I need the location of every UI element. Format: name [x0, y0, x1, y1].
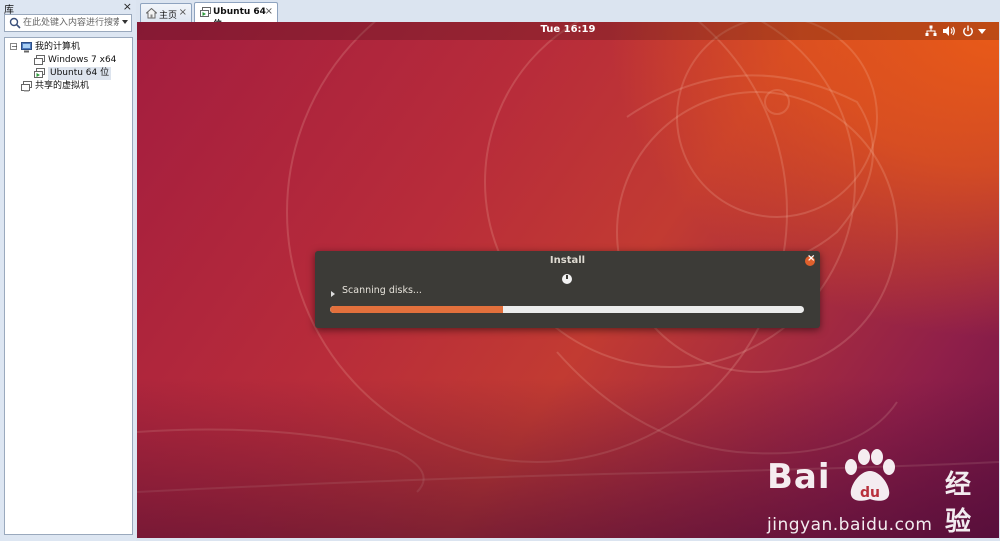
vm-icon: [34, 55, 45, 65]
progress-fill: [330, 306, 503, 313]
vm-running-icon: [34, 68, 45, 78]
library-search-input[interactable]: [23, 16, 119, 30]
tree-label-vm: Ubuntu 64 位: [48, 67, 112, 80]
watermark-brand-cn: 经验: [945, 470, 972, 537]
spinner-icon: [562, 274, 572, 284]
tab-vm[interactable]: Ubuntu 64 位 ×: [194, 2, 278, 30]
paw-icon: du: [845, 449, 895, 501]
watermark-brand: Bai: [767, 457, 831, 497]
home-icon: [146, 8, 157, 19]
tab-home[interactable]: 主页 ×: [140, 3, 192, 22]
tree-label-vm: Windows 7 x64: [48, 55, 117, 65]
install-progress-bar: [330, 306, 804, 313]
library-close-button[interactable]: ×: [123, 0, 132, 13]
chevron-down-icon[interactable]: [978, 29, 986, 41]
dialog-close-button[interactable]: [805, 253, 815, 266]
guest-screen[interactable]: Tue 16:19 Install × Scanning disks... Ba…: [137, 22, 999, 538]
clock[interactable]: Tue 16:19: [137, 24, 999, 35]
dialog-title: Install: [549, 255, 586, 266]
vm-tree: − 我的计算机 Windows 7 x64 Ubuntu 64 位 共享的虚拟机: [4, 37, 133, 535]
svg-text:du: du: [860, 485, 880, 501]
tree-expander[interactable]: −: [10, 43, 18, 51]
expander-arrow-icon[interactable]: [331, 291, 335, 297]
tab-bar: 主页 × Ubuntu 64 位 ×: [137, 0, 1000, 30]
volume-icon[interactable]: [943, 25, 956, 37]
computer-icon: [21, 42, 32, 53]
install-dialog: Install Scanning disks...: [315, 251, 820, 328]
install-status: Scanning disks...: [342, 285, 422, 296]
tab-vm-close-button[interactable]: ×: [265, 6, 273, 17]
power-icon[interactable]: [962, 25, 974, 37]
gnome-top-bar: Tue 16:19: [137, 22, 999, 40]
library-panel: 库 × − 我的计算机 Windows 7 x64: [0, 0, 136, 541]
tab-home-close-button[interactable]: ×: [179, 7, 187, 18]
tab-home-label: 主页: [159, 11, 178, 21]
search-icon: [9, 17, 21, 29]
chevron-down-icon[interactable]: [122, 20, 128, 24]
library-header: 库 ×: [0, 0, 136, 16]
tree-label-my-computer: 我的计算机: [35, 42, 81, 52]
tree-label-shared-vms: 共享的虚拟机: [35, 81, 90, 91]
vm-icon: [200, 7, 211, 17]
network-icon[interactable]: [925, 25, 937, 37]
watermark-url: jingyan.baidu.com: [767, 515, 933, 535]
shared-vm-icon: [21, 81, 32, 92]
library-search-box[interactable]: [4, 14, 132, 32]
